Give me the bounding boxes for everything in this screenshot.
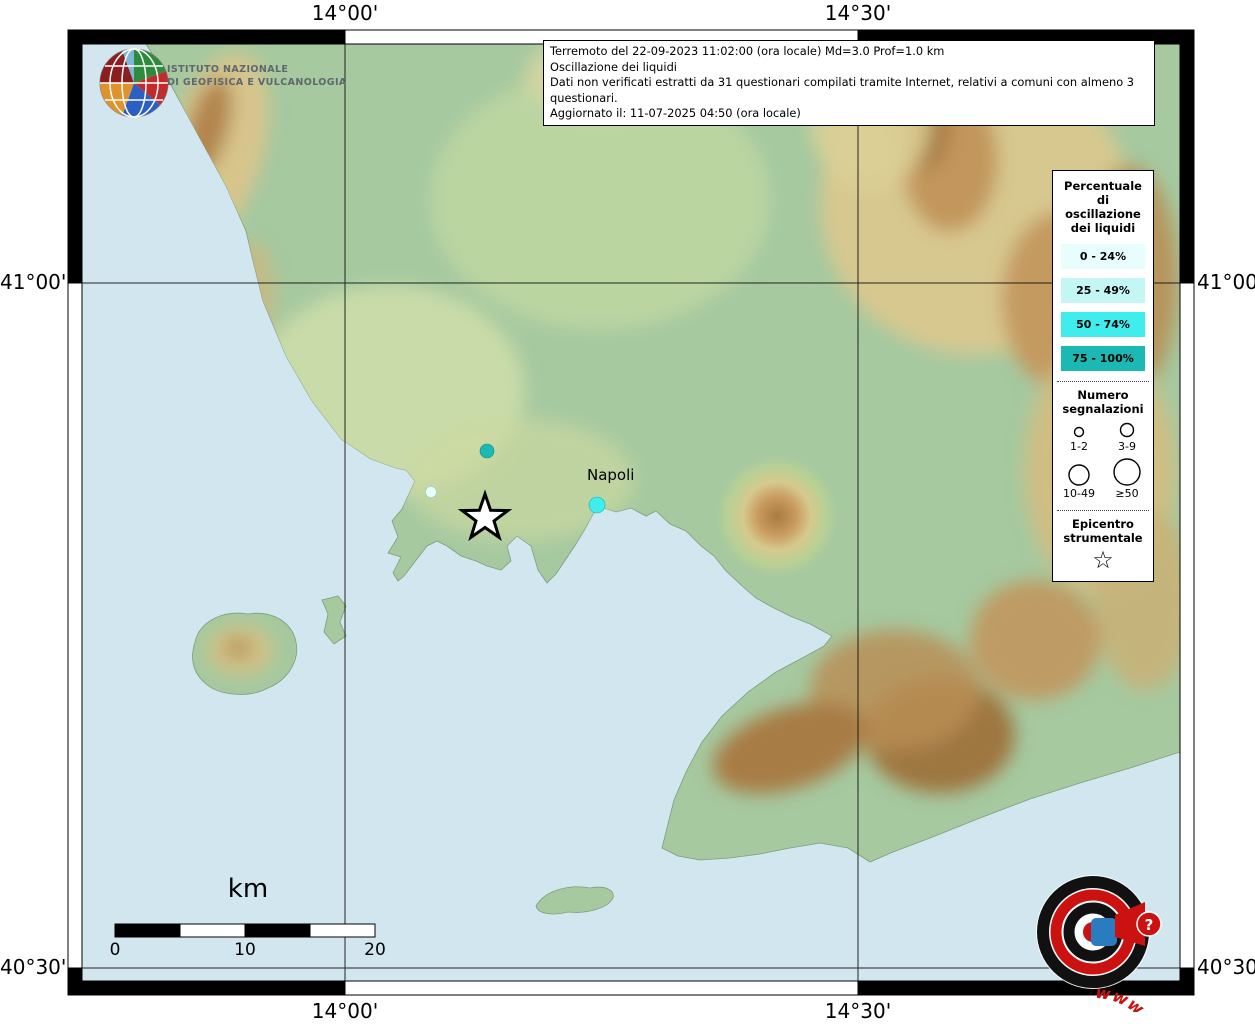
legend-epicenter-title: Epicentro strumentale bbox=[1063, 517, 1143, 545]
ingv-logo-icon bbox=[99, 48, 169, 118]
haisentitoilterremoto-logo: ? www. haisentito ilterremoto.it bbox=[1036, 875, 1162, 1012]
axis-label-left-40-30: 40°30' bbox=[0, 955, 67, 979]
vesuvius-shading bbox=[715, 454, 839, 578]
legend-swatch-25-49: 25 - 49% bbox=[1061, 278, 1145, 303]
legend-swatch-label-75-100: 75 - 100% bbox=[1072, 352, 1134, 365]
info-line-map-type: Oscillazione dei liquidi bbox=[550, 59, 677, 74]
axis-label-right-40-30: 40°30' bbox=[1197, 955, 1255, 979]
legend-swatch-75-100: 75 - 100% bbox=[1061, 346, 1145, 371]
axis-label-right-41-00: 41°00' bbox=[1197, 270, 1255, 294]
count-cell-50plus: ≥50 bbox=[1103, 457, 1151, 500]
map-page: ISTITUTO NAZIONALE DI GEOFISICA E VULCAN… bbox=[0, 0, 1255, 1024]
axis-label-top-14-30: 14°30' bbox=[824, 1, 892, 25]
count-label-50plus: ≥50 bbox=[1115, 487, 1139, 500]
report-dot-low bbox=[425, 486, 437, 498]
legend-counts-title: Numero segnalazioni bbox=[1062, 388, 1144, 416]
epicenter-star-icon: ☆ bbox=[1092, 546, 1114, 574]
megaphone-question-mark: ? bbox=[1145, 916, 1154, 934]
scalebar-tick-20: 20 bbox=[364, 940, 386, 960]
count-circle-10-49-icon bbox=[1068, 464, 1090, 486]
axis-label-bottom-14-30: 14°30' bbox=[824, 999, 892, 1023]
report-dot-napoli bbox=[588, 496, 606, 514]
axis-label-left-41-00: 41°00' bbox=[0, 270, 67, 294]
count-cell-3-9: 3-9 bbox=[1103, 420, 1151, 453]
legend-title: Percentuale di oscillazione dei liquidi bbox=[1064, 179, 1142, 235]
info-line-disclaimer: Dati non verificati estratti da 31 quest… bbox=[550, 75, 1135, 105]
legend-swatch-50-74: 50 - 74% bbox=[1061, 312, 1145, 337]
legend-count-symbols: 1-2 3-9 10-49 ≥50 bbox=[1055, 420, 1151, 500]
scale-bar bbox=[114, 923, 376, 938]
legend-swatch-label-50-74: 50 - 74% bbox=[1076, 318, 1130, 331]
earthquake-info-box: Terremoto del 22-09-2023 11:02:00 (ora l… bbox=[543, 40, 1155, 126]
count-circle-50plus-icon bbox=[1113, 458, 1141, 486]
legend-divider bbox=[1057, 381, 1149, 382]
count-circle-1-2-icon bbox=[1073, 426, 1085, 438]
ingv-logo-text: ISTITUTO NAZIONALE DI GEOFISICA E VULCAN… bbox=[167, 63, 347, 89]
legend-swatch-label-25-49: 25 - 49% bbox=[1076, 284, 1130, 297]
ingv-name-line1: ISTITUTO NAZIONALE bbox=[167, 64, 289, 75]
info-line-updated: Aggiornato il: 11-07-2025 04:50 (ora loc… bbox=[550, 106, 801, 121]
report-dot-high bbox=[479, 443, 495, 459]
info-line-event: Terremoto del 22-09-2023 11:02:00 (ora l… bbox=[550, 44, 945, 58]
axis-label-top-14-00: 14°00' bbox=[311, 1, 379, 25]
watermark-www: www. bbox=[1094, 983, 1154, 1012]
legend-panel: Percentuale di oscillazione dei liquidi … bbox=[1052, 170, 1154, 582]
legend-divider bbox=[1057, 510, 1149, 511]
ingv-name-line2: DI GEOFISICA E VULCANOLOGIA bbox=[167, 77, 347, 88]
count-circle-3-9-icon bbox=[1119, 422, 1135, 438]
count-cell-10-49: 10-49 bbox=[1055, 457, 1103, 500]
scalebar-tick-0: 0 bbox=[109, 940, 121, 960]
scalebar-tick-10: 10 bbox=[234, 940, 256, 960]
scalebar-unit-label: km bbox=[227, 874, 269, 904]
axis-label-bottom-14-00: 14°00' bbox=[311, 999, 379, 1023]
city-label-napoli: Napoli bbox=[587, 466, 635, 484]
count-label-3-9: 3-9 bbox=[1118, 440, 1136, 453]
count-label-10-49: 10-49 bbox=[1063, 487, 1095, 500]
legend-swatch-0-24: 0 - 24% bbox=[1061, 244, 1145, 269]
legend-swatch-label-0-24: 0 - 24% bbox=[1079, 250, 1127, 263]
count-label-1-2: 1-2 bbox=[1070, 440, 1088, 453]
count-cell-1-2: 1-2 bbox=[1055, 420, 1103, 453]
